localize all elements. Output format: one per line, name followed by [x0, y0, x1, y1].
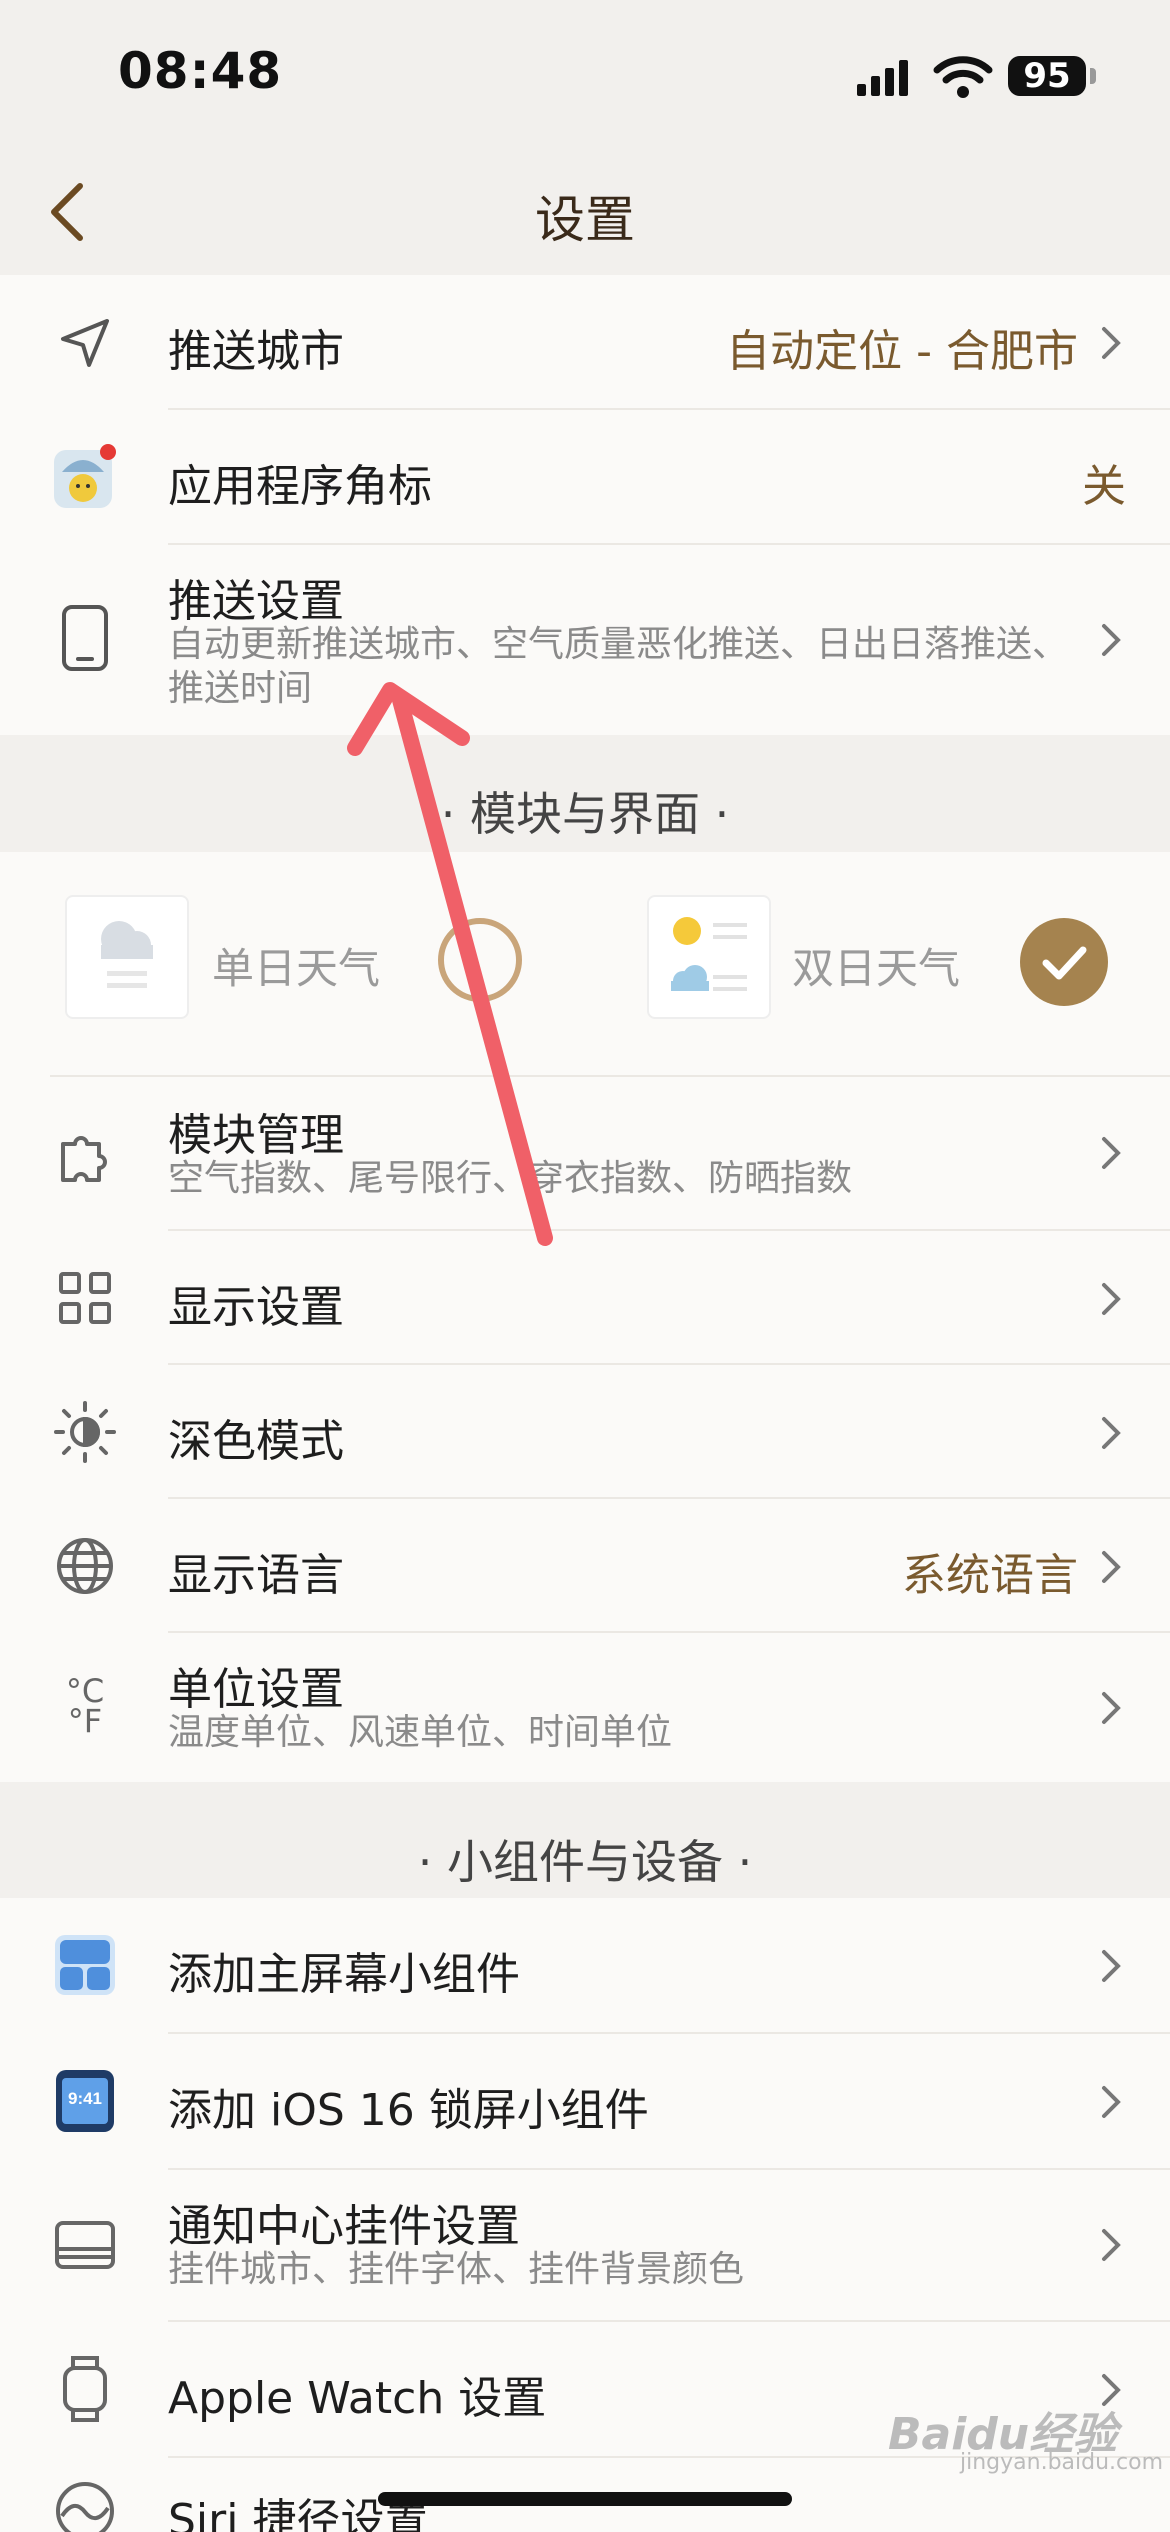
app-badge-row[interactable]: 应用程序角标 关 — [0, 410, 1170, 545]
temperature-unit-icon: °C °F — [50, 1671, 120, 1741]
lockscreen-widget-icon: 9:41 — [50, 2066, 120, 2136]
chevron-right-icon — [1102, 327, 1121, 359]
page-title: 设置 — [535, 191, 635, 249]
module-management-label: 模块管理 — [168, 1110, 344, 1161]
home-widget-row[interactable]: 添加主屏幕小组件 — [0, 1898, 1170, 2032]
display-settings-row[interactable]: 显示设置 — [0, 1231, 1170, 1365]
home-widget-icon — [50, 1930, 120, 2000]
section-title-modules: · 模块与界面 · — [440, 787, 730, 841]
chevron-right-icon — [1102, 1551, 1121, 1583]
push-city-label: 推送城市 — [168, 326, 344, 377]
wifi-icon — [933, 56, 993, 98]
module-management-subtitle: 空气指数、尾号限行、穿衣指数、防晒指数 — [168, 1158, 853, 1199]
notification-panel-icon — [50, 2210, 120, 2280]
push-city-row[interactable]: 推送城市 自动定位 - 合肥市 — [0, 275, 1170, 410]
phone-icon — [50, 603, 120, 673]
status-bar: 08:48 95 — [0, 0, 1170, 150]
lockscreen-widget-row[interactable]: 9:41 添加 iOS 16 锁屏小组件 — [0, 2034, 1170, 2168]
chevron-right-icon — [1102, 1283, 1121, 1315]
status-time: 08:48 — [118, 42, 283, 100]
lockscreen-icon-time: 9:41 — [68, 2089, 102, 2108]
notification-widget-row[interactable]: 通知中心挂件设置 挂件城市、挂件字体、挂件背景颜色 — [0, 2170, 1170, 2320]
apple-watch-label: Apple Watch 设置 — [168, 2373, 547, 2424]
chevron-right-icon — [1102, 2086, 1121, 2118]
fahrenheit-glyph: °F — [67, 1702, 103, 1740]
module-management-row[interactable]: 模块管理 空气指数、尾号限行、穿衣指数、防晒指数 — [0, 1077, 1170, 1229]
single-day-layout-thumbnail[interactable] — [65, 895, 189, 1019]
push-settings-label: 推送设置 — [168, 576, 344, 627]
app-badge-icon — [50, 442, 120, 512]
unit-settings-row[interactable]: °C °F 单位设置 温度单位、风速单位、时间单位 — [0, 1633, 1170, 1782]
navigation-bar: 设置 — [0, 150, 1170, 275]
home-indicator — [378, 2492, 792, 2506]
battery-tip — [1090, 68, 1096, 84]
notification-widget-label: 通知中心挂件设置 — [168, 2201, 520, 2252]
app-badge-value: 关 — [1082, 461, 1126, 512]
app-badge-label: 应用程序角标 — [168, 461, 432, 512]
chevron-right-icon — [1102, 2229, 1121, 2261]
sun-moon-icon — [50, 1397, 120, 1467]
cloud-icon — [101, 921, 153, 988]
push-settings-subtitle: 自动更新推送城市、空气质量恶化推送、日出日落推送、推送时间 — [168, 624, 1069, 709]
battery-indicator: 95 — [1008, 56, 1086, 96]
chevron-right-icon — [1102, 624, 1121, 656]
display-language-value: 系统语言 — [902, 1550, 1078, 1601]
single-day-label[interactable]: 单日天气 — [212, 935, 380, 996]
puzzle-icon — [50, 1121, 120, 1191]
double-day-radio-selected[interactable] — [1020, 918, 1108, 1006]
watch-icon — [50, 2354, 120, 2424]
unit-settings-subtitle: 温度单位、风速单位、时间单位 — [168, 1712, 673, 1753]
location-arrow-icon — [50, 308, 120, 378]
chevron-right-icon — [1102, 1692, 1121, 1724]
dark-mode-label: 深色模式 — [168, 1416, 344, 1467]
display-language-label: 显示语言 — [168, 1550, 344, 1601]
single-day-radio[interactable] — [438, 918, 522, 1002]
chevron-right-icon — [1102, 1950, 1121, 1982]
lockscreen-widget-label: 添加 iOS 16 锁屏小组件 — [168, 2085, 649, 2136]
push-city-value: 自动定位 - 合肥市 — [726, 326, 1078, 377]
double-day-label[interactable]: 双日天气 — [792, 935, 960, 996]
globe-icon — [50, 1531, 120, 1601]
section-title-widgets: · 小组件与设备 · — [417, 1835, 753, 1889]
push-settings-row[interactable]: 推送设置 自动更新推送城市、空气质量恶化推送、日出日落推送、推送时间 — [0, 545, 1170, 735]
push-settings-group: 推送城市 自动定位 - 合肥市 应用程序角标 关 推送设置 自动更新推送城市、空… — [0, 275, 1170, 735]
display-language-row[interactable]: 显示语言 系统语言 — [0, 1499, 1170, 1633]
double-day-layout-thumbnail[interactable] — [647, 895, 771, 1019]
chevron-right-icon — [1102, 1417, 1121, 1449]
cellular-signal-icon — [857, 60, 908, 96]
unit-settings-label: 单位设置 — [168, 1664, 344, 1715]
sun-cloud-icon — [671, 917, 747, 991]
dark-mode-row[interactable]: 深色模式 — [0, 1365, 1170, 1499]
display-settings-label: 显示设置 — [168, 1282, 344, 1333]
chevron-right-icon — [1102, 1137, 1121, 1169]
baidu-watermark-url: jingyan.baidu.com — [960, 2450, 1164, 2475]
siri-icon — [50, 2476, 120, 2532]
checkmark-icon — [1042, 946, 1087, 980]
home-widget-label: 添加主屏幕小组件 — [168, 1949, 520, 2000]
grid-icon — [50, 1263, 120, 1333]
notification-widget-subtitle: 挂件城市、挂件字体、挂件背景颜色 — [168, 2249, 745, 2290]
